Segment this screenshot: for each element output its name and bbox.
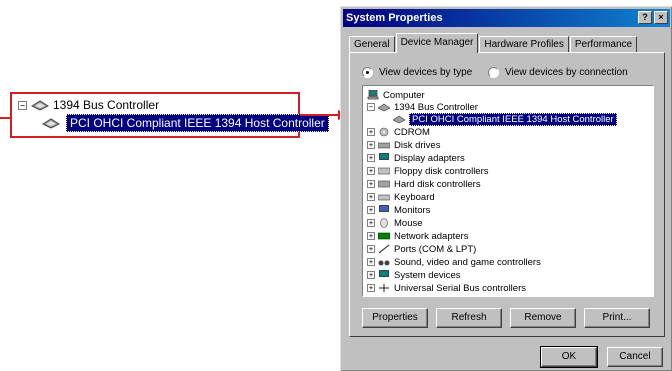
expand-icon[interactable]: + xyxy=(367,232,375,240)
tree-node-floppy[interactable]: + Floppy disk controllers xyxy=(367,165,489,177)
view-by-type-option[interactable]: View devices by type xyxy=(362,67,472,78)
tree-node-1394-label: 1394 Bus Controller xyxy=(394,101,478,113)
tree-node-hard-disk[interactable]: + Hard disk controllers xyxy=(367,178,481,190)
dialog-title: System Properties xyxy=(346,12,443,24)
tree-node-label: Ports (COM & LPT) xyxy=(394,243,477,255)
network-adapter-icon xyxy=(378,232,390,240)
tree-root-computer[interactable]: Computer xyxy=(367,89,425,101)
tree-node-label: Keyboard xyxy=(394,191,435,203)
usb-controller-icon xyxy=(379,284,389,292)
expand-icon[interactable]: + xyxy=(367,219,375,227)
tree-node-sound[interactable]: + Sound, video and game controllers xyxy=(367,256,541,268)
keyboard-icon xyxy=(378,194,390,201)
device-manager-panel: View devices by type View devices by con… xyxy=(349,52,665,337)
tree-node-label: Sound, video and game controllers xyxy=(394,256,541,268)
tree-root-label: Computer xyxy=(383,89,425,101)
tree-node-mouse[interactable]: + Mouse xyxy=(367,217,423,229)
zoom-callout: − 1394 Bus Controller PCI OHCI Compliant… xyxy=(10,92,329,138)
expand-icon[interactable]: + xyxy=(367,206,375,214)
tree-node-label: Hard disk controllers xyxy=(394,178,481,190)
tree-node-label: Display adapters xyxy=(394,152,465,164)
radio-selected-icon[interactable] xyxy=(362,67,373,78)
tree-node-label: Network adapters xyxy=(394,230,469,242)
tab-device-manager[interactable]: Device Manager xyxy=(395,33,479,53)
collapse-icon[interactable]: − xyxy=(367,103,375,111)
monitor-icon xyxy=(379,205,389,212)
tree-node-label: Mouse xyxy=(394,217,423,229)
port-icon xyxy=(378,244,390,254)
tree-node-monitors[interactable]: + Monitors xyxy=(367,204,430,216)
sound-controller-icon xyxy=(378,260,390,266)
tree-node-label: System devices xyxy=(394,269,461,281)
view-by-connection-label: View devices by connection xyxy=(505,67,628,78)
title-bar: System Properties ? × xyxy=(343,9,670,27)
device-tree[interactable]: Computer − 1394 Bus Controller PCI OHCI … xyxy=(362,85,654,297)
help-button[interactable]: ? xyxy=(638,11,652,24)
tree-node-system-devices[interactable]: + System devices xyxy=(367,269,461,281)
expand-icon[interactable]: + xyxy=(367,141,375,149)
tree-node-label: CDROM xyxy=(394,126,430,138)
computer-icon xyxy=(367,90,379,100)
tree-node-display-adapters[interactable]: + Display adapters xyxy=(367,152,465,164)
collapse-icon: − xyxy=(18,100,27,110)
zoom-child-node: PCI OHCI Compliant IEEE 1394 Host Contro… xyxy=(42,114,329,132)
bus-controller-icon xyxy=(31,100,49,111)
tab-performance[interactable]: Performance xyxy=(569,36,638,53)
zoom-parent-label: 1394 Bus Controller xyxy=(53,98,160,112)
properties-button[interactable]: Properties xyxy=(362,308,428,328)
print-button[interactable]: Print... xyxy=(584,308,650,328)
mouse-icon xyxy=(380,218,388,228)
tree-node-usb[interactable]: + Universal Serial Bus controllers xyxy=(367,282,526,294)
zoom-parent-node: − 1394 Bus Controller xyxy=(18,98,159,112)
tab-strip: General Device Manager Hardware Profiles… xyxy=(349,33,638,53)
ok-button[interactable]: OK xyxy=(540,346,598,368)
tree-node-disk-drives[interactable]: + Disk drives xyxy=(367,139,440,151)
expand-icon[interactable]: + xyxy=(367,193,375,201)
tree-node-keyboard[interactable]: + Keyboard xyxy=(367,191,435,203)
expand-icon[interactable]: + xyxy=(367,258,375,266)
view-by-type-label: View devices by type xyxy=(379,67,473,78)
system-device-icon xyxy=(379,270,389,277)
tab-hardware-profiles[interactable]: Hardware Profiles xyxy=(479,36,569,53)
expand-icon[interactable]: + xyxy=(367,180,375,188)
tree-node-ports[interactable]: + Ports (COM & LPT) xyxy=(367,243,476,255)
expand-icon[interactable]: + xyxy=(367,167,375,175)
cancel-button[interactable]: Cancel xyxy=(607,347,663,367)
remove-button[interactable]: Remove xyxy=(510,308,576,328)
tree-node-cdrom[interactable]: + CDROM xyxy=(367,126,430,138)
tree-selected-label: PCI OHCI Compliant IEEE 1394 Host Contro… xyxy=(409,112,617,126)
expand-icon[interactable]: + xyxy=(367,271,375,279)
expand-icon[interactable]: + xyxy=(367,128,375,136)
view-by-connection-option[interactable]: View devices by connection xyxy=(488,67,628,78)
cdrom-icon xyxy=(379,127,389,137)
host-controller-icon xyxy=(42,118,60,129)
tree-node-network[interactable]: + Network adapters xyxy=(367,230,468,242)
display-adapter-icon xyxy=(379,153,389,160)
tree-node-1394[interactable]: − 1394 Bus Controller xyxy=(367,101,478,113)
tree-node-label: Monitors xyxy=(394,204,431,216)
floppy-controller-icon xyxy=(378,167,390,175)
expand-icon[interactable]: + xyxy=(367,154,375,162)
radio-unselected-icon[interactable] xyxy=(488,67,499,78)
close-button[interactable]: × xyxy=(654,11,668,24)
tree-node-host-controller[interactable]: PCI OHCI Compliant IEEE 1394 Host Contro… xyxy=(393,112,617,126)
expand-icon[interactable]: + xyxy=(367,245,375,253)
tab-general[interactable]: General xyxy=(349,36,395,53)
system-properties-dialog: System Properties ? × General Device Man… xyxy=(340,6,672,371)
host-controller-icon xyxy=(393,115,405,124)
tree-node-label: Universal Serial Bus controllers xyxy=(394,282,526,294)
disk-drive-icon xyxy=(378,142,390,149)
hard-disk-controller-icon xyxy=(378,180,390,188)
expand-icon[interactable]: + xyxy=(367,284,375,292)
bus-controller-icon xyxy=(378,103,390,112)
tree-node-label: Floppy disk controllers xyxy=(394,165,489,177)
tree-node-label: Disk drives xyxy=(394,139,441,151)
zoom-child-label: PCI OHCI Compliant IEEE 1394 Host Contro… xyxy=(66,114,329,132)
refresh-button[interactable]: Refresh xyxy=(436,308,502,328)
